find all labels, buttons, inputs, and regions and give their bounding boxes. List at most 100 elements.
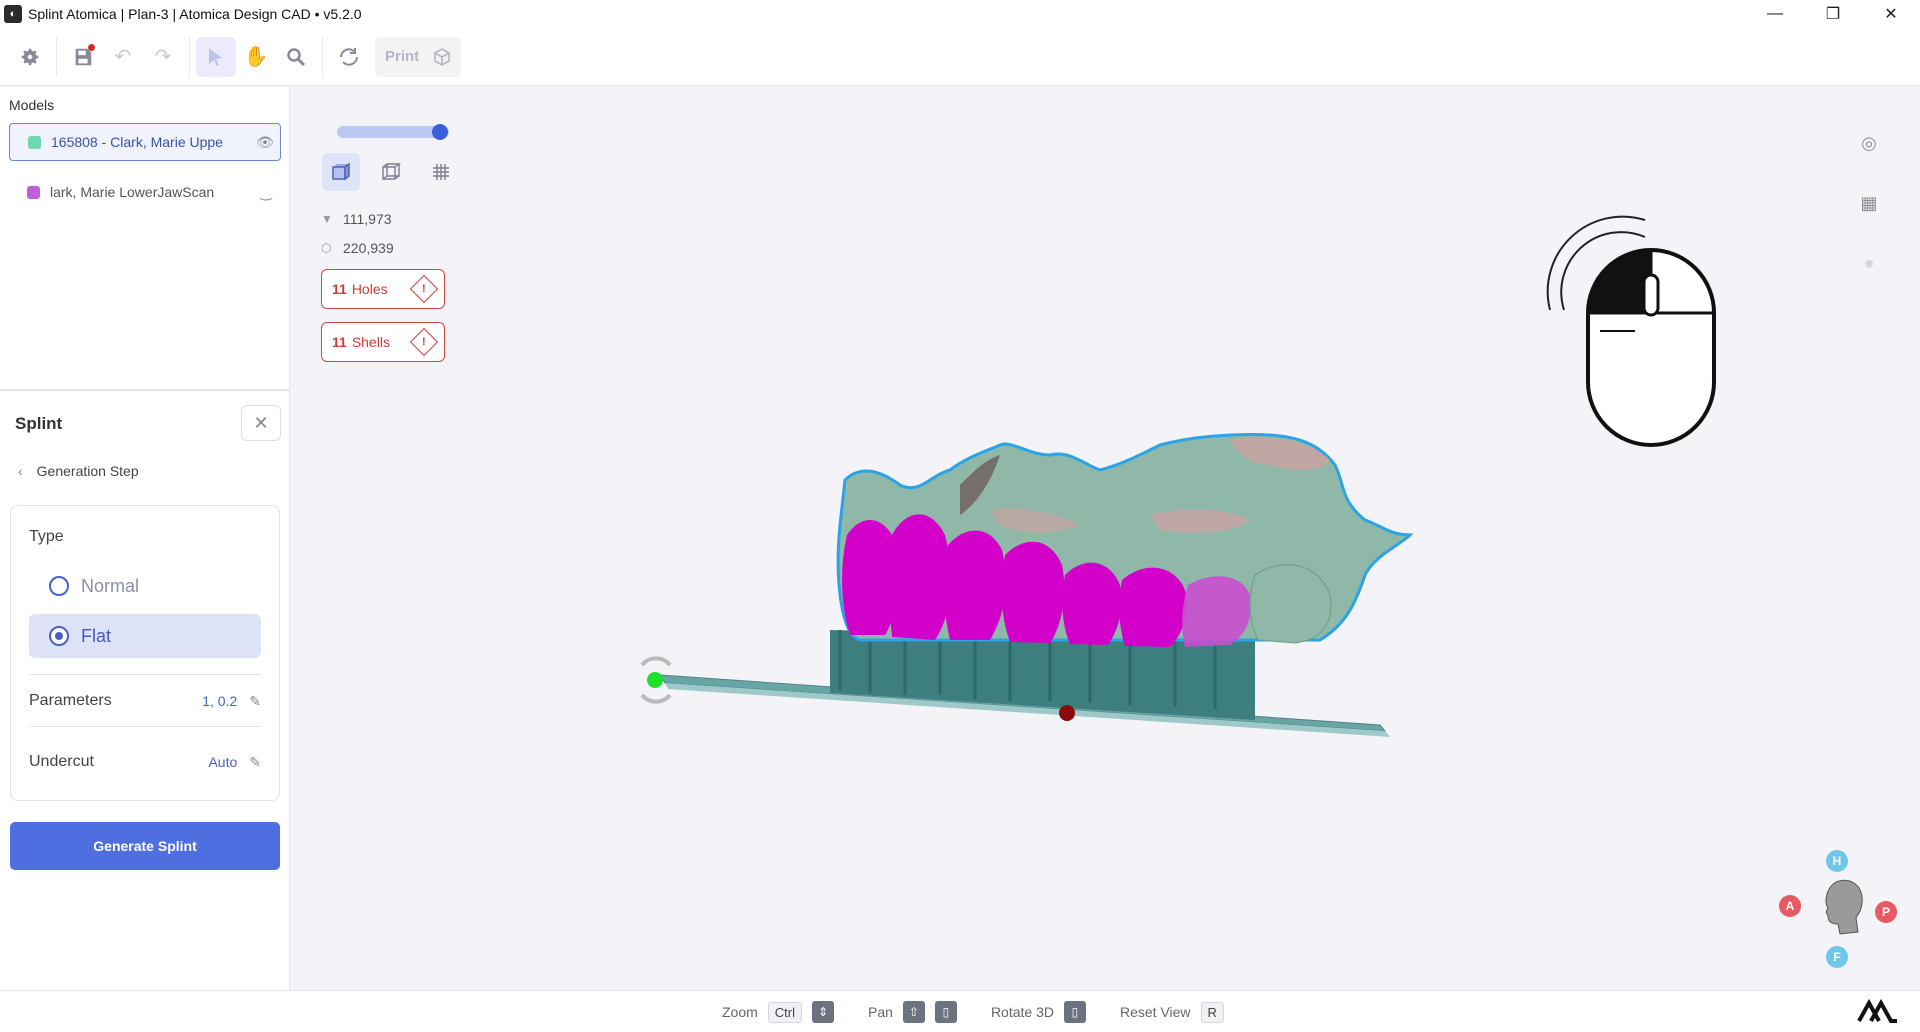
- model-item-upper[interactable]: 165808 - Clark, Marie Uppe 👁: [9, 123, 281, 161]
- orientation-top-button[interactable]: H: [1826, 850, 1848, 872]
- reset-view-button[interactable]: [329, 37, 369, 77]
- reset-icon: [340, 47, 358, 66]
- generate-splint-button[interactable]: Generate Splint: [10, 822, 280, 870]
- undercut-row: Undercut Auto ✎: [29, 747, 261, 777]
- undercut-value: Auto: [208, 754, 238, 770]
- parameters-label: Parameters: [29, 692, 112, 709]
- solid-cube-icon: [332, 162, 350, 181]
- gear-icon: [21, 48, 39, 65]
- print-button[interactable]: Print: [375, 36, 462, 77]
- vertex-count-stat: ▼ 111,973: [321, 211, 392, 227]
- mouse-drag-icon: ▯: [934, 1001, 957, 1023]
- type-card: Type Normal Flat Parameters 1, 0.2 ✎ Und…: [10, 505, 280, 801]
- model-name: 165808 - Clark, Marie Uppe: [51, 134, 223, 150]
- select-tool-button[interactable]: [196, 36, 236, 77]
- pan-hint-label: Pan: [868, 1004, 893, 1020]
- type-option-normal[interactable]: Normal: [29, 564, 261, 608]
- orientation-bottom-button[interactable]: F: [1826, 946, 1848, 968]
- wireframe-cube-icon: [382, 163, 402, 180]
- grid-box-icon[interactable]: ▦: [1855, 189, 1883, 217]
- grid-icon: [433, 164, 449, 180]
- shells-label: Shells: [351, 334, 390, 350]
- save-button[interactable]: [63, 37, 103, 77]
- orientation-left-button[interactable]: A: [1779, 895, 1801, 917]
- atomica-logo-icon: [1857, 999, 1897, 1023]
- title-bar: ◐ Splint Atomica | Plan-3 | Atomica Desi…: [0, 0, 1920, 28]
- eye-icon[interactable]: 👁: [250, 134, 280, 151]
- model-color-swatch: [27, 185, 40, 199]
- zoom-icon: [287, 47, 306, 66]
- lighting-icon[interactable]: ●: [1855, 249, 1883, 277]
- edit-undercut-icon[interactable]: ✎: [249, 754, 261, 771]
- solid-view-button[interactable]: [322, 153, 360, 191]
- models-title: Models: [9, 97, 55, 113]
- mouse-right-icon: ▯: [1063, 1001, 1086, 1023]
- cursor-icon: [209, 47, 222, 66]
- close-window-button[interactable]: ✕: [1862, 0, 1920, 28]
- unsaved-indicator: [88, 43, 95, 51]
- model-item-lower[interactable]: lark, Marie LowerJawScan ‿: [9, 173, 281, 211]
- warning-icon: !: [409, 274, 439, 304]
- type-option-flat[interactable]: Flat: [29, 614, 261, 658]
- generation-step-label: Generation Step: [36, 463, 139, 479]
- eye-closed-icon[interactable]: ‿: [251, 184, 281, 201]
- option-label: Normal: [81, 575, 140, 596]
- panel-divider: [0, 389, 290, 391]
- card-divider: [29, 674, 261, 675]
- target-icon[interactable]: ◎: [1855, 129, 1883, 157]
- redo-button[interactable]: ↷: [143, 37, 183, 77]
- model-color-swatch: [28, 135, 41, 149]
- splint-panel-title: Splint: [15, 414, 63, 433]
- settings-button[interactable]: [10, 37, 50, 77]
- zoom-hint-label: Zoom: [722, 1004, 758, 1020]
- vertex-count: 111,973: [343, 211, 392, 227]
- radio-flat[interactable]: [49, 626, 69, 646]
- zoom-tool-button[interactable]: [276, 37, 316, 77]
- opacity-slider-thumb[interactable]: [432, 124, 449, 140]
- window-title: Splint Atomica | Plan-3 | Atomica Design…: [28, 6, 362, 22]
- left-panel: Models 165808 - Clark, Marie Uppe 👁 lark…: [0, 87, 290, 990]
- dental-model-viewport[interactable]: [630, 425, 1470, 755]
- face-count: 220,939: [343, 240, 394, 256]
- shift-key-icon: ⇧: [902, 1001, 925, 1023]
- head-orientation-icon[interactable]: [1822, 878, 1866, 936]
- mesh-icon: ⬡: [321, 241, 332, 255]
- r-key: R: [1200, 1001, 1224, 1023]
- reset-hint-label: Reset View: [1119, 1004, 1191, 1020]
- app-logo-icon: ◐: [4, 5, 22, 23]
- main-toolbar: ↶ ↷ ✋ Print: [0, 28, 1920, 86]
- mouse-hint-icon: [1546, 215, 1716, 447]
- pan-tool-button[interactable]: ✋: [236, 37, 276, 77]
- print-label: Print: [385, 48, 420, 65]
- rotate-hint-label: Rotate 3D: [990, 1004, 1054, 1020]
- cube-icon: [434, 47, 450, 66]
- option-label: Flat: [81, 625, 112, 646]
- model-name: lark, Marie LowerJawScan: [50, 184, 215, 200]
- parameters-value: 1, 0.2: [202, 693, 238, 709]
- chevron-left-icon: ‹: [18, 463, 23, 479]
- card-divider: [29, 726, 261, 727]
- radio-normal[interactable]: [49, 576, 69, 596]
- face-count-stat: ⬡ 220,939: [321, 240, 394, 256]
- holes-warning-button[interactable]: 11 Holes !: [321, 269, 445, 309]
- holes-count: 11: [332, 281, 347, 297]
- generation-step-back[interactable]: ‹ Generation Step: [18, 463, 139, 479]
- grid-view-button[interactable]: [422, 153, 460, 191]
- orientation-right-button[interactable]: P: [1875, 901, 1897, 923]
- mouse-scroll-icon: ⇕: [812, 1001, 835, 1023]
- holes-label: Holes: [351, 281, 388, 297]
- wireframe-view-button[interactable]: [372, 153, 410, 191]
- restore-button[interactable]: ❐: [1804, 0, 1862, 28]
- filter-icon: ▼: [321, 212, 333, 226]
- hand-icon: ✋: [243, 46, 269, 68]
- shells-count: 11: [332, 334, 347, 350]
- close-panel-button[interactable]: ✕: [241, 405, 281, 441]
- minimize-button[interactable]: —: [1746, 0, 1804, 28]
- type-label: Type: [29, 528, 64, 545]
- bottom-hint-bar: Zoom Ctrl ⇕ Pan ⇧ ▯ Rotate 3D ▯ Reset Vi…: [0, 990, 1920, 1032]
- shells-warning-button[interactable]: 11 Shells !: [321, 322, 445, 362]
- edit-parameters-icon[interactable]: ✎: [249, 693, 261, 710]
- undo-button[interactable]: ↶: [103, 37, 143, 77]
- parameters-row: Parameters 1, 0.2 ✎: [29, 686, 261, 716]
- undercut-label: Undercut: [29, 753, 94, 770]
